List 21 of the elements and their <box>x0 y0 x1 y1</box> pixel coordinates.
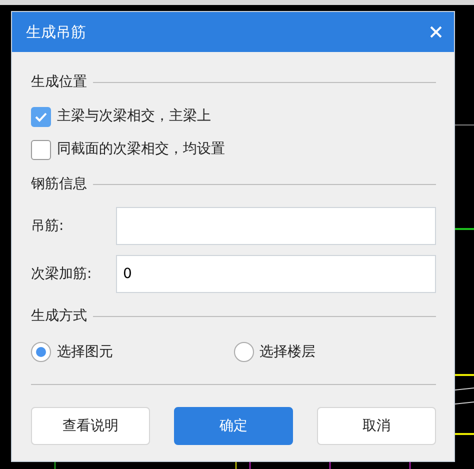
checkbox[interactable] <box>31 140 51 160</box>
field-label: 吊筋: <box>31 216 65 236</box>
checkbox-label: 同截面的次梁相交，均设置 <box>57 140 225 159</box>
section-heading: 生成方式 <box>31 306 87 326</box>
checkbox-label: 主梁与次梁相交，主梁上 <box>57 107 211 126</box>
check-icon <box>35 112 47 122</box>
radio-label: 选择楼层 <box>260 342 316 362</box>
checkbox[interactable] <box>31 106 51 126</box>
input-field[interactable] <box>116 207 436 245</box>
dialog-button[interactable]: 取消 <box>317 407 436 445</box>
radio-label: 选择图元 <box>57 342 113 362</box>
section-heading: 钢筋信息 <box>31 174 87 194</box>
radio-button[interactable] <box>31 342 51 362</box>
radio-button[interactable] <box>234 342 254 362</box>
window-title: 生成吊筋 <box>26 22 86 43</box>
dialog-button[interactable]: 查看说明 <box>31 407 150 445</box>
close-icon[interactable] <box>430 26 442 38</box>
field-label: 次梁加筋: <box>31 264 93 284</box>
input-field[interactable]: 0 <box>116 255 436 293</box>
section-heading: 生成位置 <box>31 72 87 92</box>
dialog-button[interactable]: 确定 <box>174 407 293 445</box>
